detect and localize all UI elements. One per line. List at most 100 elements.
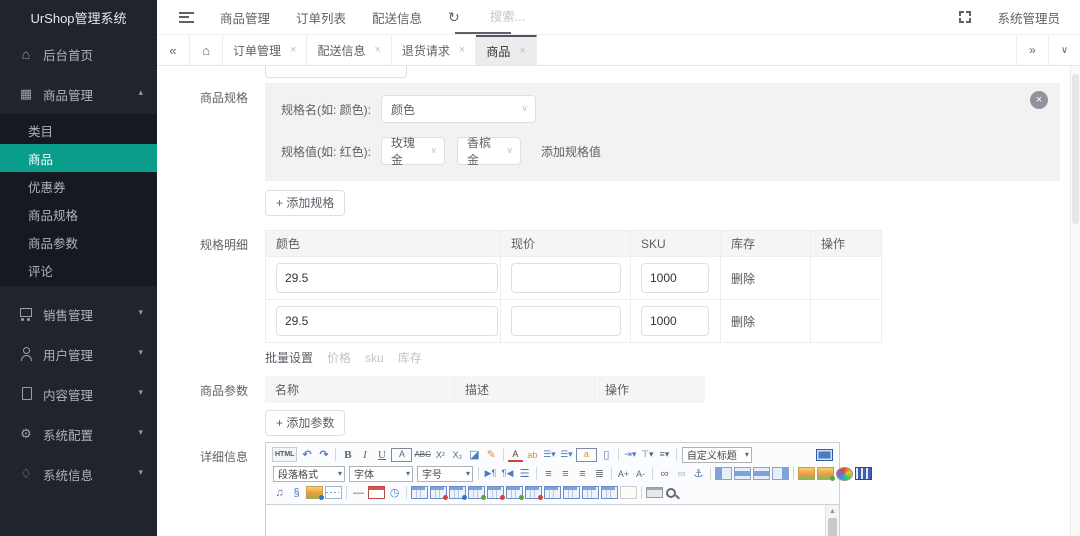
insert-time-icon[interactable]: ◷ — [387, 485, 402, 501]
print-icon[interactable] — [646, 487, 663, 498]
bold-icon[interactable]: B — [340, 447, 355, 463]
strikethrough-icon[interactable]: ABC — [414, 447, 430, 463]
palette-icon[interactable] — [836, 467, 853, 481]
sidebar-item-products[interactable]: 商品 — [0, 144, 157, 172]
font-size-select[interactable]: 字号 — [417, 466, 473, 482]
subscript-icon[interactable]: X₂ — [450, 447, 465, 463]
truncated-input[interactable] — [265, 66, 407, 78]
eraser-icon[interactable]: ◪ — [467, 447, 482, 463]
split-cell-horizontal-icon[interactable] — [563, 486, 580, 499]
rtl-paragraph-icon[interactable]: ¶◀ — [500, 466, 515, 482]
auto-typeset-icon[interactable]: ☰ — [517, 466, 532, 482]
align-center-icon[interactable]: ≡ — [558, 466, 573, 482]
sidebar-item-comments[interactable]: 评论 — [0, 256, 157, 284]
font-border-icon[interactable]: A — [391, 448, 412, 462]
sidebar-group-products[interactable]: 商品管理 — [0, 74, 157, 114]
delete-row-link[interactable]: 删除 — [731, 313, 755, 330]
sidebar-item-product-specs[interactable]: 商品规格 — [0, 200, 157, 228]
price-input[interactable] — [511, 263, 621, 293]
underline-icon[interactable]: U — [374, 447, 389, 463]
superscript-icon[interactable]: X² — [433, 447, 448, 463]
align-justify-icon[interactable]: ≣ — [592, 466, 607, 482]
image-align-left-icon[interactable] — [715, 467, 732, 480]
image-align-block-icon[interactable] — [753, 467, 770, 480]
topbar-link-orders[interactable]: 订单列表 — [296, 8, 346, 27]
delete-table-icon[interactable] — [430, 486, 447, 499]
fullscreen-icon[interactable] — [959, 11, 971, 23]
user-menu[interactable]: 系统管理员 — [997, 8, 1060, 27]
insert-row-above-icon[interactable] — [468, 486, 485, 499]
tab-options-icon[interactable] — [1048, 35, 1080, 65]
split-cell-vertical-icon[interactable] — [582, 486, 599, 499]
sku-input[interactable] — [641, 263, 709, 293]
topbar-link-delivery[interactable]: 配送信息 — [372, 8, 422, 27]
insert-table-icon[interactable] — [411, 486, 428, 499]
insert-video-icon[interactable] — [855, 467, 872, 480]
merge-cells-icon[interactable] — [544, 486, 561, 499]
font-size-down-icon[interactable]: A- — [633, 466, 648, 482]
ordered-list-icon[interactable]: ☰▾ — [542, 447, 557, 463]
image-align-center-icon[interactable] — [734, 467, 751, 480]
color-input[interactable] — [276, 263, 498, 293]
redo-icon[interactable]: ↷ — [316, 447, 331, 463]
highlight-color-icon[interactable]: ab — [525, 447, 540, 463]
insert-image-icon[interactable] — [798, 467, 815, 480]
editor-content-area[interactable] — [266, 505, 839, 536]
italic-icon[interactable]: I — [357, 447, 372, 463]
remove-link-icon[interactable]: ∞ — [674, 466, 689, 482]
tab-delivery-info[interactable]: 配送信息 — [307, 35, 391, 65]
font-color-icon[interactable]: A — [508, 448, 523, 462]
custom-title-select[interactable]: 自定义标题 — [682, 447, 752, 463]
editor-scrollbar-thumb[interactable] — [828, 518, 837, 536]
attachment-icon[interactable]: § — [289, 485, 304, 501]
vertical-align-icon[interactable]: ⊤▾ — [640, 447, 655, 463]
upload-image-icon[interactable] — [817, 467, 834, 480]
delete-column-icon[interactable] — [525, 486, 542, 499]
page-scrollbar-thumb[interactable] — [1072, 74, 1079, 224]
font-size-up-icon[interactable]: A+ — [616, 466, 631, 482]
insert-link-icon[interactable]: ∞ — [657, 466, 672, 482]
topbar-link-products[interactable]: 商品管理 — [220, 8, 270, 27]
delete-row-link[interactable]: 删除 — [731, 270, 755, 287]
collapse-sidebar-icon[interactable] — [179, 12, 194, 23]
close-spec-panel-icon[interactable] — [1030, 91, 1048, 109]
scroll-tabs-right-icon[interactable] — [1016, 35, 1048, 65]
insert-music-icon[interactable]: ♫ — [272, 485, 287, 501]
preview-icon[interactable] — [665, 487, 680, 499]
tab-close-icon[interactable] — [374, 44, 380, 56]
fullscreen-editor-icon[interactable] — [816, 449, 833, 461]
price-input[interactable] — [511, 306, 621, 336]
sidebar-group-users[interactable]: 用户管理 — [0, 334, 157, 374]
format-brush-icon[interactable]: ✎ — [484, 447, 499, 463]
sidebar-group-sales[interactable]: 销售管理 — [0, 294, 157, 334]
batch-sku-link[interactable]: sku — [365, 351, 384, 365]
font-family-select[interactable]: 字体 — [349, 466, 413, 482]
tab-close-icon[interactable] — [459, 44, 465, 56]
ltr-paragraph-icon[interactable]: ▶¶ — [483, 466, 498, 482]
align-right-icon[interactable]: ≡ — [575, 466, 590, 482]
tab-order-management[interactable]: 订单管理 — [223, 35, 307, 65]
sidebar-item-categories[interactable]: 类目 — [0, 116, 157, 144]
refresh-icon[interactable] — [448, 9, 460, 26]
sidebar-group-system-info[interactable]: 系统信息 — [0, 454, 157, 494]
image-align-right-icon[interactable] — [772, 467, 789, 480]
table-props-icon[interactable] — [449, 486, 466, 499]
sku-input[interactable] — [641, 306, 709, 336]
tab-close-icon[interactable] — [290, 44, 296, 56]
undo-icon[interactable]: ↶ — [299, 447, 314, 463]
blockquote-icon[interactable]: a — [576, 448, 597, 462]
search-input[interactable] — [488, 9, 622, 25]
sidebar-group-content[interactable]: 内容管理 — [0, 374, 157, 414]
sidebar-group-system-config[interactable]: 系统配置 — [0, 414, 157, 454]
tab-close-icon[interactable] — [519, 45, 525, 57]
spec-name-select[interactable]: 颜色 — [381, 95, 536, 123]
new-page-icon[interactable]: ▯ — [599, 447, 614, 463]
add-spec-button[interactable]: + 添加规格 — [265, 190, 345, 216]
scroll-up-icon[interactable] — [826, 505, 839, 517]
indent-icon[interactable]: ⇥▾ — [623, 447, 638, 463]
tab-return-requests[interactable]: 退货请求 — [392, 35, 476, 65]
color-input[interactable] — [276, 306, 498, 336]
sidebar-item-dashboard[interactable]: 后台首页 — [0, 34, 157, 74]
add-param-button[interactable]: + 添加参数 — [265, 410, 345, 436]
insert-column-icon[interactable] — [506, 486, 523, 499]
